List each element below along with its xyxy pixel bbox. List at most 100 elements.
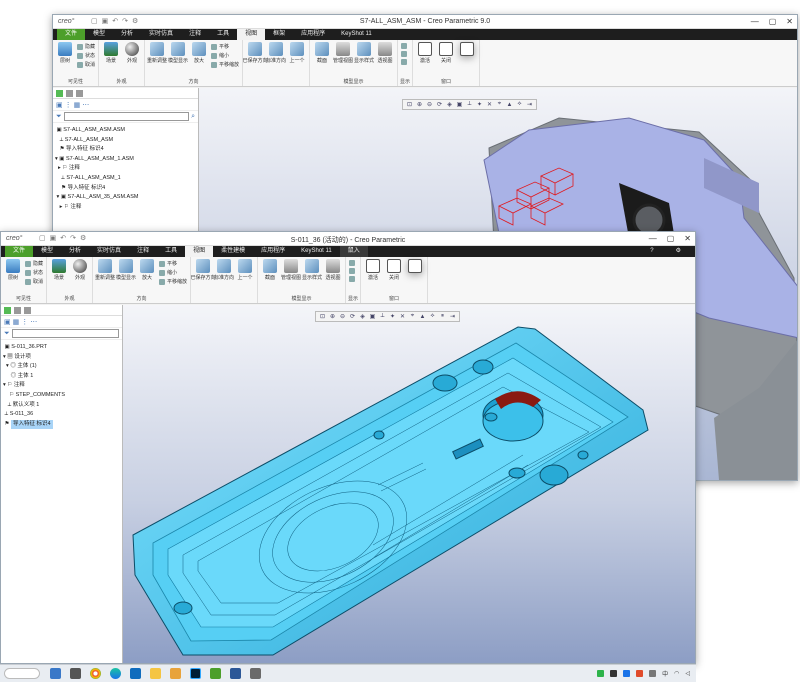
star-icon[interactable] xyxy=(76,89,83,97)
filter-icon[interactable]: ⏷ xyxy=(56,113,62,121)
wechat-icon[interactable] xyxy=(597,670,605,677)
standard-orientation-button[interactable]: 标准方向 xyxy=(266,42,286,84)
edge-icon[interactable] xyxy=(110,668,121,679)
ribbon-small-button[interactable]: 状态 xyxy=(25,269,43,276)
photoshop-icon[interactable] xyxy=(190,668,201,679)
maximize-icon[interactable]: ▢ xyxy=(667,234,675,243)
tab-tools[interactable]: 工具 xyxy=(157,246,185,257)
tab-view[interactable]: 视图 xyxy=(237,29,266,40)
settings-icon[interactable]: ⚙ xyxy=(668,246,689,257)
tab-import[interactable]: 鼠入 xyxy=(339,246,368,257)
tab-applications[interactable]: 应用程序 xyxy=(253,246,293,257)
tab-flexible-modeling[interactable]: 柔性建模 xyxy=(213,246,253,257)
tab-annotate[interactable]: 注释 xyxy=(129,246,157,257)
folder-icon[interactable] xyxy=(150,668,161,679)
ribbon-small-button[interactable]: 平移 xyxy=(211,43,239,50)
ribbon-small-button[interactable] xyxy=(349,276,357,282)
tree-item-selected[interactable]: ⚑ 导入特征 标识4 xyxy=(3,419,120,430)
previous-button[interactable]: 上一个 xyxy=(236,259,254,301)
tree-item[interactable]: ⚑ 导入特征 标识4 xyxy=(55,145,196,155)
tree-item[interactable]: ▣ S-011_36.PRT xyxy=(3,343,120,353)
filter-icon[interactable]: ⏷ xyxy=(4,330,10,338)
tree-item[interactable]: ▾ ⚐ 注释 xyxy=(3,381,120,391)
magnifier-icon[interactable]: ⌕ xyxy=(191,113,195,121)
folder-icon[interactable] xyxy=(66,89,73,97)
tree-item[interactable]: ▾ ▣ S7-ALL_ASM_ASM_1.ASM xyxy=(55,155,196,165)
tree-item[interactable]: ▾ ▣ S7-ALL_ASM_35_ASM.ASM xyxy=(55,193,196,203)
previous-button[interactable]: 上一个 xyxy=(288,42,306,84)
close-icon[interactable]: ✕ xyxy=(786,17,793,26)
saved-orientation-button[interactable]: 已保存方向 xyxy=(243,42,268,84)
files-icon[interactable] xyxy=(170,668,181,679)
ribbon-small-button[interactable] xyxy=(401,59,409,65)
folder-icon[interactable] xyxy=(14,306,21,314)
tab-file[interactable]: 文件 xyxy=(57,29,86,40)
ribbon-small-button[interactable]: 取消 xyxy=(77,61,95,68)
tab-live-simulation[interactable]: 实时仿真 xyxy=(141,29,181,40)
ribbon-small-button[interactable]: 平移缩放 xyxy=(211,61,239,68)
tree-icon[interactable] xyxy=(56,89,63,97)
ribbon-small-button[interactable] xyxy=(349,260,357,266)
tab-model[interactable]: 模型 xyxy=(85,29,113,40)
close-icon[interactable]: ✕ xyxy=(684,234,691,243)
app-icon[interactable] xyxy=(230,668,241,679)
tree-item[interactable]: ⚐ STEP_COMMENTS xyxy=(3,391,120,401)
graphics-viewport[interactable]: ⊡ ⊕ ⊖ ⟳ ◈ ▣ ⟂ ✦ ✕ ⌖ ▲ ⟡ ⏸ ⇥ xyxy=(123,305,695,663)
model-tree-icon[interactable]: ▣ xyxy=(4,318,11,326)
star-icon[interactable] xyxy=(24,306,31,314)
tab-framework[interactable]: 框架 xyxy=(265,29,293,40)
tab-live-simulation[interactable]: 实时仿真 xyxy=(89,246,129,257)
saved-orientation-button[interactable]: 已保存方向 xyxy=(191,259,216,301)
store-icon[interactable] xyxy=(130,668,141,679)
help-icon[interactable]: ? xyxy=(642,246,661,257)
ribbon-small-button[interactable]: 平移 xyxy=(159,260,187,267)
tree-item[interactable]: ▣ S7-ALL_ASM_ASM.ASM xyxy=(55,126,196,136)
tab-analysis[interactable]: 分析 xyxy=(61,246,89,257)
tab-view[interactable]: 视图 xyxy=(185,246,214,257)
tree-item[interactable]: ▾ ◎ 主体 (1) xyxy=(3,362,120,372)
ribbon-small-button[interactable]: 缩小 xyxy=(211,52,239,59)
network-icon[interactable]: ◠ xyxy=(674,670,679,677)
task-view-icon[interactable] xyxy=(70,668,81,679)
tree-more-icon[interactable]: ⋯ xyxy=(30,318,37,326)
tree-item[interactable]: ▸ ⚐ 注释 xyxy=(55,164,196,174)
windows-icon[interactable] xyxy=(50,668,61,679)
tray-icon[interactable] xyxy=(649,670,657,677)
tab-file[interactable]: 文件 xyxy=(5,246,34,257)
tab-keyshot[interactable]: KeyShot 11 xyxy=(293,246,340,257)
tab-applications[interactable]: 应用程序 xyxy=(293,29,333,40)
volume-icon[interactable]: ◁ xyxy=(685,670,690,677)
ribbon-small-button[interactable] xyxy=(401,43,409,49)
ribbon-small-button[interactable]: 平移缩放 xyxy=(159,278,187,285)
ribbon-small-button[interactable]: 状态 xyxy=(77,52,95,59)
tree-item[interactable]: ◎ 主体 1 xyxy=(3,372,120,382)
tree-item[interactable]: ⟂ S-011_36 xyxy=(3,410,120,420)
tab-model[interactable]: 模型 xyxy=(33,246,61,257)
tree-settings-icon[interactable]: ⋮ xyxy=(65,101,72,109)
taskbar-search-input[interactable] xyxy=(4,668,40,679)
tree-item[interactable]: ▾ ▦ 设计项 xyxy=(3,353,120,363)
minimize-icon[interactable]: — xyxy=(751,17,759,26)
app-icon[interactable] xyxy=(250,668,261,679)
tray-icon[interactable] xyxy=(610,670,618,677)
tree-more-icon[interactable]: ⋯ xyxy=(82,101,89,109)
standard-orientation-button[interactable]: 标准方向 xyxy=(214,259,234,301)
tab-tools[interactable]: 工具 xyxy=(209,29,237,40)
tree-item[interactable]: ⚑ 导入特征 标识4 xyxy=(55,184,196,194)
tree-item[interactable]: ⟂ 默认义项 1 xyxy=(3,401,120,411)
model-tree-icon[interactable]: ▣ xyxy=(56,101,63,109)
tree-search-input[interactable] xyxy=(63,112,190,121)
input-method-indicator[interactable]: 中 xyxy=(662,669,668,678)
maximize-icon[interactable]: ▢ xyxy=(769,17,777,26)
ribbon-small-button[interactable] xyxy=(401,51,409,57)
tree-columns-icon[interactable]: ▦ xyxy=(74,101,81,109)
tree-columns-icon[interactable]: ▦ xyxy=(13,318,20,326)
ribbon-small-button[interactable]: 隐藏 xyxy=(77,43,95,50)
tray-icon[interactable] xyxy=(623,670,631,677)
tree-item[interactable]: ⟂ S7-ALL_ASM_ASM xyxy=(55,136,196,146)
tab-annotate[interactable]: 注释 xyxy=(181,29,209,40)
creo-icon[interactable] xyxy=(210,668,221,679)
chrome-icon[interactable] xyxy=(90,668,101,679)
tab-analysis[interactable]: 分析 xyxy=(113,29,141,40)
ribbon-small-button[interactable]: 缩小 xyxy=(159,269,187,276)
